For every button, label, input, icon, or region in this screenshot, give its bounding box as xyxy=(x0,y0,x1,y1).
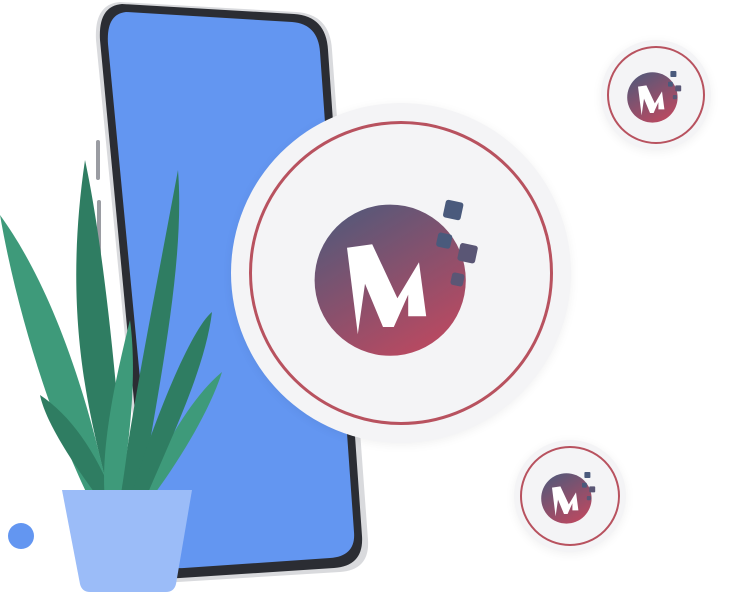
potted-plant-illustration xyxy=(0,160,222,592)
plant-pot xyxy=(62,490,192,592)
illustration xyxy=(0,0,742,599)
accent-dot xyxy=(8,523,34,549)
